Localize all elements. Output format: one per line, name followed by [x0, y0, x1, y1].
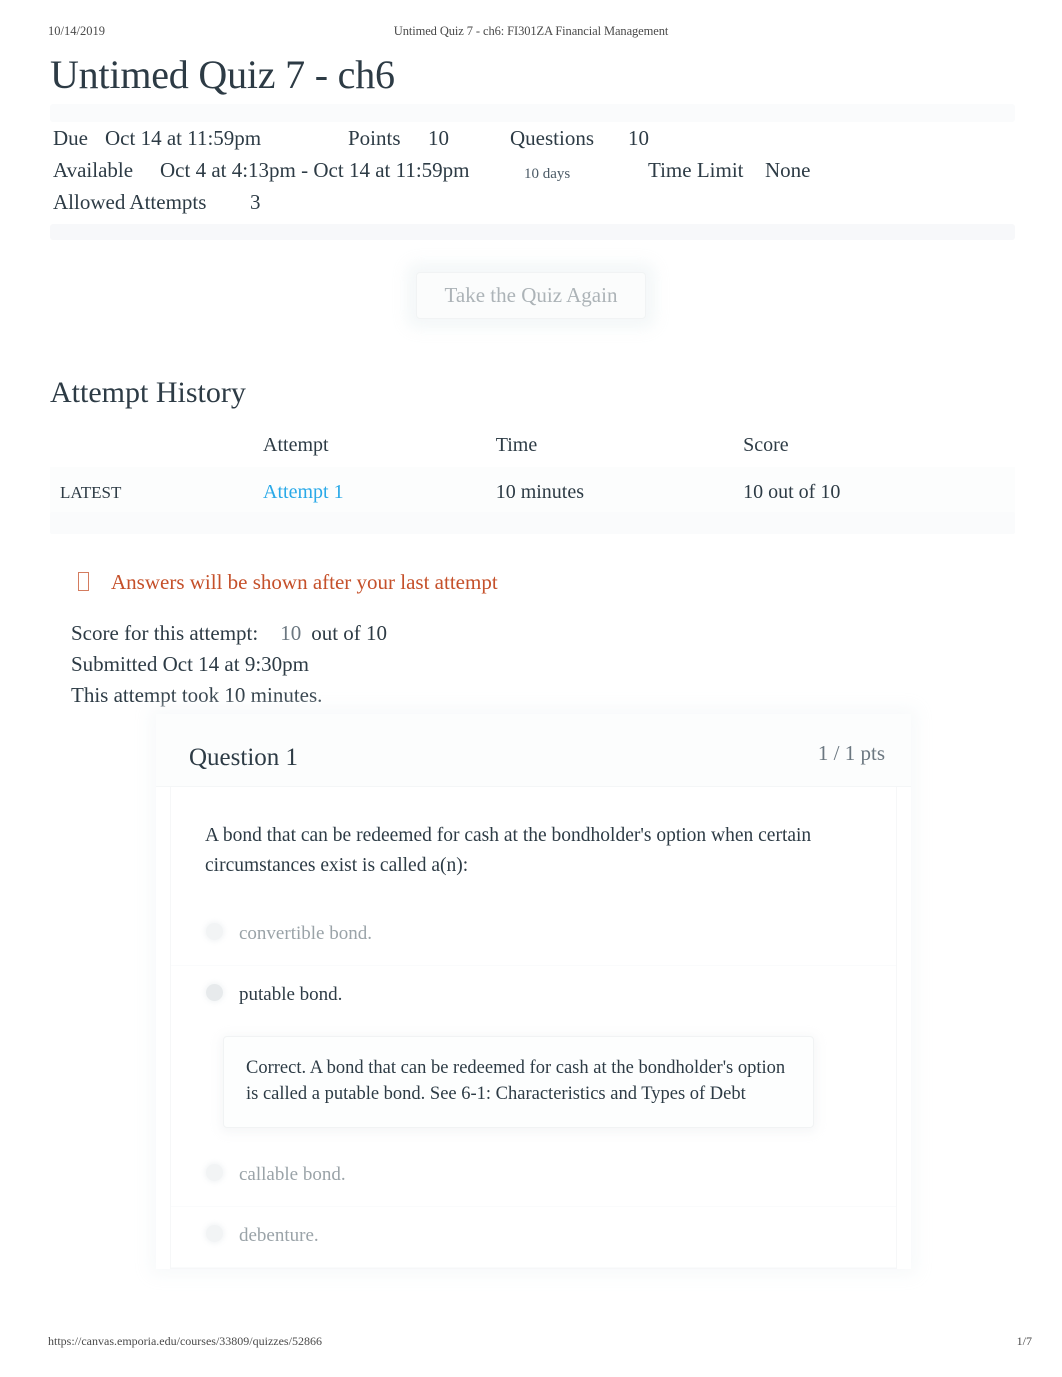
answer-option-debenture[interactable]: debenture.	[171, 1207, 896, 1268]
points-label: Points	[348, 126, 401, 150]
allowed-attempts-label: Allowed Attempts	[53, 190, 207, 214]
attempt-latest-flag: LATEST	[50, 467, 264, 518]
answers-shown-notice: Answers will be shown after your last at…	[78, 568, 498, 596]
time-limit-label: Time Limit	[648, 158, 744, 182]
question-body: A bond that can be redeemed for cash at …	[170, 787, 897, 1269]
attempt-history-heading: Attempt History	[50, 376, 246, 409]
info-icon	[78, 572, 89, 591]
answer-list: convertible bond. putable bond. Correct.…	[171, 905, 896, 1268]
column-header-score: Score	[743, 434, 789, 456]
table-header-row: Attempt Time Score	[50, 430, 1015, 467]
retake-button-container: Take the Quiz Again	[0, 272, 1062, 319]
print-document-title: Untimed Quiz 7 - ch6: FI301ZA Financial …	[393, 24, 669, 38]
score-value: 10	[280, 621, 302, 645]
column-header-time: Time	[495, 434, 538, 456]
print-footer: https://canvas.emporia.edu/courses/33809…	[0, 1334, 1062, 1352]
questions-label: Questions	[510, 126, 594, 150]
print-url: https://canvas.emporia.edu/courses/33809…	[48, 1334, 322, 1348]
attempt-time-cell: 10 minutes	[495, 467, 744, 518]
column-header-blank	[50, 430, 263, 467]
due-label: Due	[53, 126, 88, 150]
answer-option-callable-bond[interactable]: callable bond.	[171, 1146, 896, 1207]
question-label: Question 1	[189, 744, 299, 771]
answer-label: callable bond.	[239, 1164, 346, 1185]
question-text: A bond that can be redeemed for cash at …	[205, 825, 812, 876]
submitted-line: Submitted Oct 14 at 9:30pm	[71, 652, 309, 676]
question-points: 1 / 1 pts	[817, 741, 885, 765]
metadata-row-available: Available Oct 4 at 4:13pm - Oct 14 at 11…	[50, 154, 1015, 186]
print-page-number: 1/7	[1016, 1334, 1032, 1348]
metadata-top-strip	[50, 104, 1015, 122]
take-quiz-again-button[interactable]: Take the Quiz Again	[415, 272, 647, 319]
question-header: Question 1 1 / 1 pts	[156, 714, 911, 787]
column-header-attempt: Attempt	[263, 434, 329, 456]
attempt-link-cell: Attempt 1	[263, 467, 496, 518]
duration-line: This attempt took 10 minutes.	[71, 683, 323, 707]
attempt-history-table: Attempt Time Score LATEST Attempt 1 10 m…	[50, 430, 1015, 518]
allowed-attempts-value: 3	[250, 190, 261, 214]
radio-button-icon[interactable]	[206, 1225, 223, 1242]
attempt-score-line: Score for this attempt: 10 out of 10	[71, 618, 387, 649]
available-label: Available	[53, 158, 134, 182]
points-value: 10	[428, 126, 449, 150]
radio-button-icon[interactable]	[206, 1164, 223, 1181]
score-label: Score for this attempt:	[71, 621, 259, 645]
page-title: Untimed Quiz 7 - ch6	[50, 52, 395, 97]
questions-value: 10	[628, 126, 649, 150]
score-suffix: out of 10	[311, 621, 388, 645]
answer-option-convertible-bond[interactable]: convertible bond.	[171, 905, 896, 966]
metadata-row-due: Due Oct 14 at 11:59pm Points 10 Question…	[50, 122, 1015, 154]
attempt-history-footer-strip	[50, 512, 1015, 534]
radio-button-selected-icon[interactable]	[206, 984, 223, 1001]
metadata-bottom-strip	[50, 224, 1015, 240]
notice-text: Answers will be shown after your last at…	[111, 570, 498, 594]
answer-option-putable-bond[interactable]: putable bond.	[171, 966, 896, 1026]
metadata-row-attempts: Allowed Attempts 3	[50, 186, 1015, 218]
due-value: Oct 14 at 11:59pm	[105, 126, 262, 150]
answer-label: debenture.	[239, 1225, 319, 1246]
table-row: LATEST Attempt 1 10 minutes 10 out of 10	[50, 467, 1015, 518]
answer-label: convertible bond.	[239, 923, 372, 944]
time-limit-value: None	[765, 158, 811, 182]
radio-button-icon[interactable]	[206, 923, 223, 940]
attempt-1-link[interactable]: Attempt 1	[263, 481, 344, 503]
print-header: 10/14/2019 Untimed Quiz 7 - ch6: FI301ZA…	[0, 24, 1062, 42]
question-card: Question 1 1 / 1 pts A bond that can be …	[156, 714, 911, 1269]
answer-feedback: Correct. A bond that can be redeemed for…	[223, 1036, 814, 1128]
answer-label: putable bond.	[239, 984, 343, 1005]
available-value: Oct 4 at 4:13pm - Oct 14 at 11:59pm	[160, 158, 470, 182]
attempt-summary: Score for this attempt: 10 out of 10 Submi…	[71, 618, 387, 711]
quiz-metadata: Due Oct 14 at 11:59pm Points 10 Question…	[50, 104, 1015, 240]
attempt-score-cell: 10 out of 10	[743, 467, 1015, 518]
page-break-fade	[156, 1300, 911, 1320]
